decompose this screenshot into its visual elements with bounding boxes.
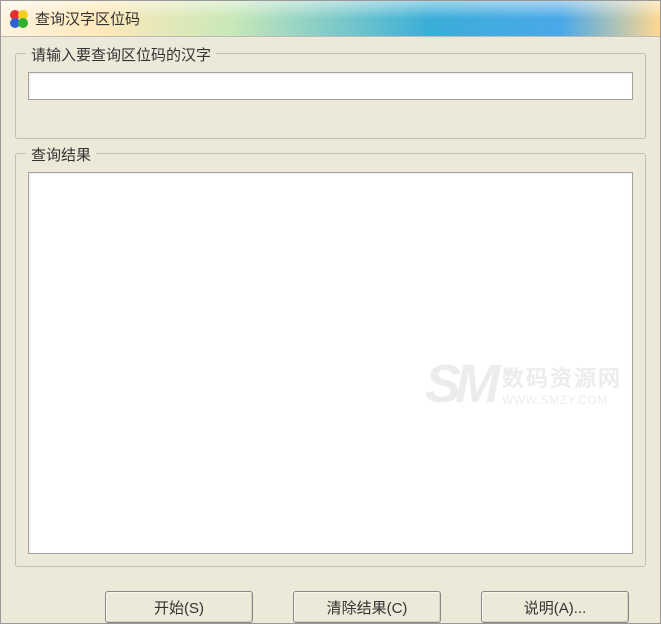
watermark-url: WWW.SMZY.COM [502,393,622,407]
clear-button[interactable]: 清除结果(C) [293,591,441,623]
result-group-label: 查询结果 [26,144,96,165]
button-bar: 开始(S) 清除结果(C) 说明(A)... [15,581,646,623]
title-bar[interactable]: 查询汉字区位码 [1,1,660,37]
window-title: 查询汉字区位码 [35,8,140,29]
app-icon [9,9,29,29]
result-groupbox: 查询结果 SM 数码资源网 WWW.SMZY.COM [15,153,646,567]
watermark: SM 数码资源网 WWW.SMZY.COM [425,353,622,415]
start-button[interactable]: 开始(S) [105,591,253,623]
input-groupbox: 请输入要查询区位码的汉字 [15,53,646,139]
watermark-cn: 数码资源网 [502,361,622,393]
result-textarea[interactable]: SM 数码资源网 WWW.SMZY.COM [28,172,633,554]
app-window: 查询汉字区位码 请输入要查询区位码的汉字 查询结果 SM 数码资源网 WWW.S… [0,0,661,624]
watermark-logo: SM [425,353,494,415]
hanzi-input[interactable] [28,72,633,100]
window-body: 请输入要查询区位码的汉字 查询结果 SM 数码资源网 WWW.SMZY.COM … [1,37,660,623]
input-group-label: 请输入要查询区位码的汉字 [26,44,216,65]
help-button[interactable]: 说明(A)... [481,591,629,623]
